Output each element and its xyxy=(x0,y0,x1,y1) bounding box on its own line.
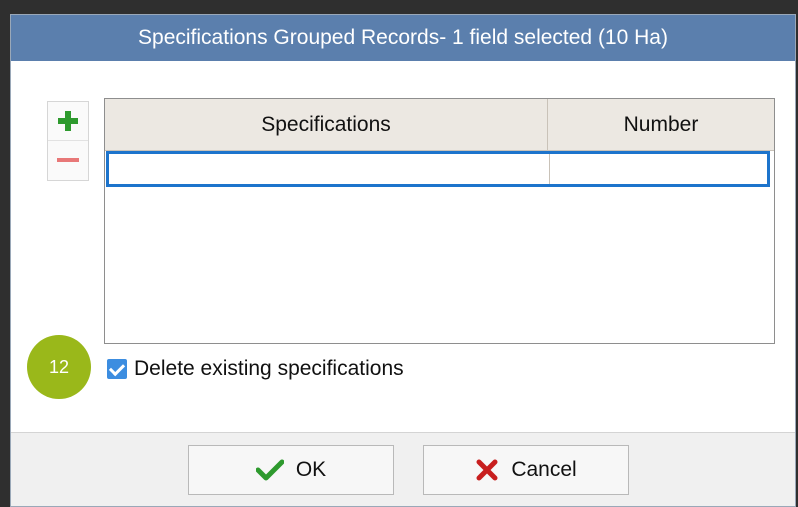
number-cell[interactable] xyxy=(550,154,767,184)
minus-icon xyxy=(57,158,79,162)
cancel-button[interactable]: Cancel xyxy=(423,445,629,495)
column-header-specifications[interactable]: Specifications xyxy=(105,99,548,150)
column-header-number[interactable]: Number xyxy=(548,99,774,150)
checkmark-icon xyxy=(108,359,126,376)
specification-cell[interactable] xyxy=(109,154,550,184)
plus-icon xyxy=(58,111,78,131)
cross-icon xyxy=(475,458,499,482)
delete-existing-label: Delete existing specifications xyxy=(134,357,404,380)
grid-header: Specifications Number xyxy=(105,99,774,151)
check-icon xyxy=(255,459,284,481)
table-row[interactable] xyxy=(106,151,770,187)
add-row-button[interactable] xyxy=(48,102,88,141)
delete-existing-option[interactable]: Delete existing specifications xyxy=(107,357,404,381)
dialog-footer: OK Cancel xyxy=(11,432,795,506)
dialog-titlebar: Specifications Grouped Records- 1 field … xyxy=(11,15,795,61)
step-badge: 12 xyxy=(27,335,91,399)
dialog-title: Specifications Grouped Records- 1 field … xyxy=(138,26,668,49)
delete-existing-checkbox[interactable] xyxy=(107,359,127,379)
cancel-label: Cancel xyxy=(511,458,577,481)
specifications-grid: Specifications Number xyxy=(104,98,775,344)
row-toolbar xyxy=(47,101,89,181)
ok-label: OK xyxy=(295,458,327,481)
ok-button[interactable]: OK xyxy=(188,445,394,495)
remove-row-button[interactable] xyxy=(48,141,88,179)
step-number: 12 xyxy=(48,356,70,377)
specifications-dialog: Specifications Grouped Records- 1 field … xyxy=(10,14,796,507)
